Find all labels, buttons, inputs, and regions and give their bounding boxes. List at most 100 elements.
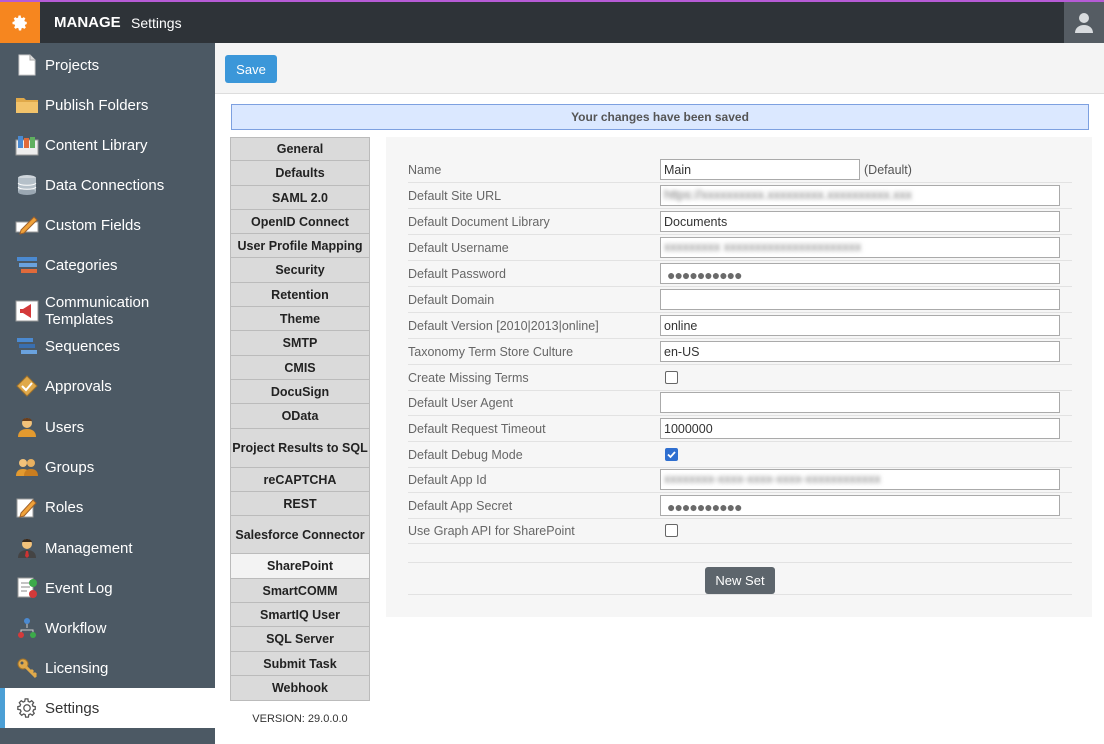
sidebar-item-settings[interactable]: Settings bbox=[0, 688, 215, 728]
sidebar-item-projects[interactable]: Projects bbox=[0, 45, 215, 85]
tab-cmis[interactable]: CMIS bbox=[230, 356, 370, 380]
password-label: Default Password bbox=[408, 267, 506, 281]
tab-general[interactable]: General bbox=[230, 137, 370, 161]
version-input[interactable] bbox=[660, 315, 1060, 336]
site-url-input[interactable]: https://xxxxxxxxxx.xxxxxxxxx.xxxxxxxxxx.… bbox=[660, 185, 1060, 206]
sidebar-item-label: Publish Folders bbox=[45, 96, 149, 114]
user-icon bbox=[15, 415, 39, 439]
name-input[interactable] bbox=[660, 159, 860, 180]
tab-project-results-to-sql[interactable]: Project Results to SQL bbox=[230, 429, 370, 468]
megaphone-icon bbox=[15, 299, 39, 323]
divider bbox=[408, 562, 1072, 563]
row-missing-terms: Create Missing Terms bbox=[408, 365, 1072, 391]
sidebar-item-label: Data Connections bbox=[45, 176, 165, 194]
row-debug: Default Debug Mode bbox=[408, 442, 1072, 468]
missing-terms-checkbox[interactable] bbox=[665, 371, 678, 384]
sidebar-item-workflow[interactable]: Workflow bbox=[0, 608, 215, 648]
settings-tabs: General Defaults SAML 2.0 OpenID Connect Use… bbox=[230, 137, 370, 701]
password-input[interactable]: ●●●●●●●●●● bbox=[660, 263, 1060, 284]
username-label: Default Username bbox=[408, 241, 509, 255]
row-domain: Default Domain bbox=[408, 287, 1072, 313]
sidebar-item-label: Management bbox=[45, 539, 133, 557]
domain-label: Default Domain bbox=[408, 293, 495, 307]
sidebar-item-label: Custom Fields bbox=[45, 216, 141, 234]
sidebar-item-label: Users bbox=[45, 418, 85, 436]
sidebar-item-publish-folders[interactable]: Publish Folders bbox=[0, 85, 215, 125]
username-input[interactable]: xxxxxxxxx xxxxxxxxxxxxxxxxxxxxxx bbox=[660, 237, 1060, 258]
doc-library-label: Default Document Library bbox=[408, 215, 550, 229]
culture-input[interactable] bbox=[660, 341, 1060, 362]
tab-sql-server[interactable]: SQL Server bbox=[230, 627, 370, 652]
domain-input[interactable] bbox=[660, 289, 1060, 310]
tab-odata[interactable]: OData bbox=[230, 404, 370, 429]
tab-security[interactable]: Security bbox=[230, 258, 370, 283]
sidebar-item-groups[interactable]: Groups bbox=[0, 447, 215, 487]
graph-api-label: Use Graph API for SharePoint bbox=[408, 524, 575, 538]
tab-openid-connect[interactable]: OpenID Connect bbox=[230, 210, 370, 234]
row-culture: Taxonomy Term Store Culture bbox=[408, 339, 1072, 365]
site-url-value: https://xxxxxxxxxx.xxxxxxxxx.xxxxxxxxxx.… bbox=[664, 188, 912, 202]
top-bar: MANAGE Settings bbox=[0, 0, 1104, 43]
sidebar-item-custom-fields[interactable]: Custom Fields bbox=[0, 205, 215, 245]
sidebar-item-content-library[interactable]: Content Library bbox=[0, 125, 215, 165]
sidebar-item-data-connections[interactable]: Data Connections bbox=[0, 165, 215, 205]
culture-label: Taxonomy Term Store Culture bbox=[408, 345, 574, 359]
app-id-input[interactable]: xxxxxxxx-xxxx-xxxx-xxxx-xxxxxxxxxxxx bbox=[660, 469, 1060, 490]
sidebar-item-categories[interactable]: Categories bbox=[0, 245, 215, 285]
tab-rest[interactable]: REST bbox=[230, 492, 370, 516]
tab-user-profile-mapping[interactable]: User Profile Mapping bbox=[230, 234, 370, 258]
tab-smartiq-user[interactable]: SmartIQ User bbox=[230, 603, 370, 627]
sidebar-item-communication-templates[interactable]: Communication Templates bbox=[0, 291, 215, 331]
tab-sharepoint[interactable]: SharePoint bbox=[230, 554, 370, 579]
sidebar-item-label: Roles bbox=[45, 498, 84, 516]
sequences-icon bbox=[15, 334, 39, 358]
pencil-field-icon bbox=[15, 213, 39, 237]
name-label: Name bbox=[408, 163, 442, 177]
tab-defaults[interactable]: Defaults bbox=[230, 161, 370, 186]
sidebar-item-label: Groups bbox=[45, 458, 95, 476]
row-app-id: Default App Id xxxxxxxx-xxxx-xxxx-xxxx-x… bbox=[408, 467, 1072, 493]
sidebar: Projects Publish Folders Content Library… bbox=[0, 43, 215, 744]
saved-notice: Your changes have been saved bbox=[231, 104, 1089, 130]
tab-smartcomm[interactable]: SmartCOMM bbox=[230, 579, 370, 603]
sidebar-item-sequences[interactable]: Sequences bbox=[0, 326, 215, 366]
save-button[interactable]: Save bbox=[225, 55, 277, 83]
tab-smtp[interactable]: SMTP bbox=[230, 331, 370, 356]
row-graph-api: Use Graph API for SharePoint bbox=[408, 518, 1072, 544]
group-icon bbox=[15, 455, 39, 479]
key-icon bbox=[15, 656, 39, 680]
manager-icon bbox=[15, 536, 39, 560]
divider bbox=[408, 594, 1072, 595]
tab-docusign[interactable]: DocuSign bbox=[230, 380, 370, 404]
row-doc-library: Default Document Library bbox=[408, 209, 1072, 235]
new-set-button[interactable]: New Set bbox=[705, 567, 775, 594]
app-logo[interactable] bbox=[0, 2, 40, 43]
sidebar-item-approvals[interactable]: Approvals bbox=[0, 366, 215, 406]
roles-icon bbox=[15, 495, 39, 519]
tab-recaptcha[interactable]: reCAPTCHA bbox=[230, 468, 370, 492]
library-icon bbox=[15, 133, 39, 157]
graph-api-checkbox[interactable] bbox=[665, 524, 678, 537]
tab-salesforce-connector[interactable]: Salesforce Connector bbox=[230, 516, 370, 554]
app-secret-input[interactable]: ●●●●●●●●●● bbox=[660, 495, 1060, 516]
sidebar-item-users[interactable]: Users bbox=[0, 407, 215, 447]
app-id-label: Default App Id bbox=[408, 473, 487, 487]
tab-theme[interactable]: Theme bbox=[230, 307, 370, 331]
user-menu-button[interactable] bbox=[1064, 2, 1104, 43]
default-note: (Default) bbox=[864, 163, 912, 177]
doc-library-input[interactable] bbox=[660, 211, 1060, 232]
tab-submit-task[interactable]: Submit Task bbox=[230, 652, 370, 676]
row-version: Default Version [2010|2013|online] bbox=[408, 313, 1072, 339]
sidebar-item-management[interactable]: Management bbox=[0, 528, 215, 568]
sidebar-item-label: Settings bbox=[45, 699, 100, 717]
sidebar-item-event-log[interactable]: Event Log bbox=[0, 568, 215, 608]
user-agent-input[interactable] bbox=[660, 392, 1060, 413]
tab-saml-2-0[interactable]: SAML 2.0 bbox=[230, 186, 370, 210]
debug-checkbox[interactable] bbox=[665, 448, 678, 461]
sidebar-item-licensing[interactable]: Licensing bbox=[0, 648, 215, 688]
version-field-label: Default Version [2010|2013|online] bbox=[408, 319, 599, 333]
tab-retention[interactable]: Retention bbox=[230, 283, 370, 307]
tab-webhook[interactable]: Webhook bbox=[230, 676, 370, 701]
sidebar-item-roles[interactable]: Roles bbox=[0, 487, 215, 527]
timeout-input[interactable] bbox=[660, 418, 1060, 439]
